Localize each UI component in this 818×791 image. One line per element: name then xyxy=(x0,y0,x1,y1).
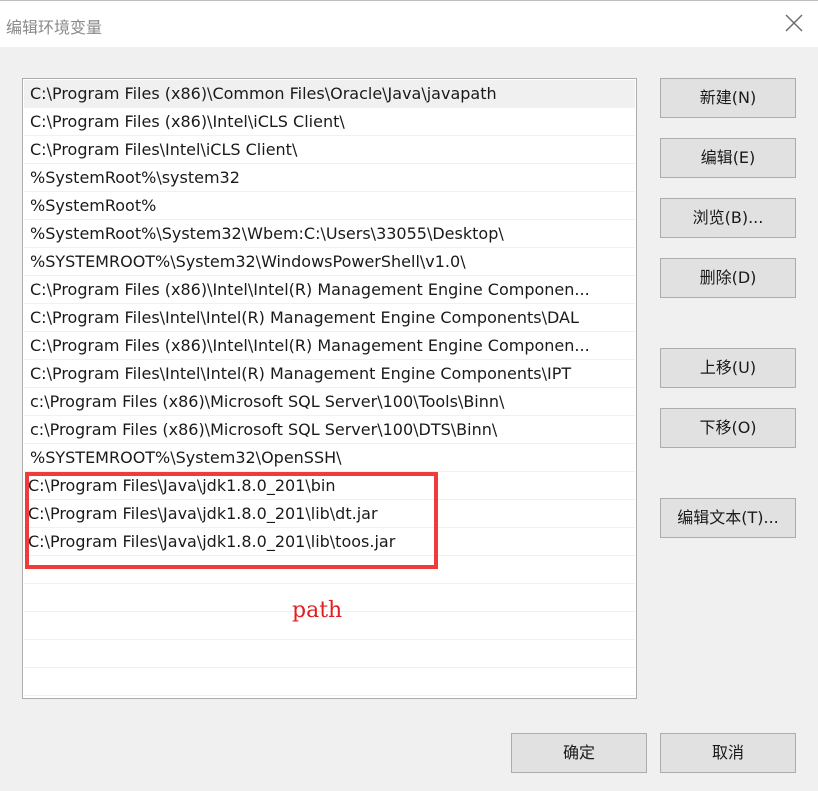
list-item[interactable]: %SYSTEMROOT%\System32\WindowsPowerShell\… xyxy=(24,248,635,276)
list-item[interactable]: %SystemRoot% xyxy=(24,192,635,220)
edit-button[interactable]: 编辑(E) xyxy=(660,138,796,178)
move-up-button[interactable]: 上移(U) xyxy=(660,348,796,388)
close-button[interactable] xyxy=(782,11,806,35)
path-annotation-label: path xyxy=(292,598,343,623)
list-item[interactable]: C:\Program Files (x86)\Intel\iCLS Client… xyxy=(24,108,635,136)
move-down-button[interactable]: 下移(O) xyxy=(660,408,796,448)
delete-button[interactable]: 删除(D) xyxy=(660,258,796,298)
list-item[interactable]: %SYSTEMROOT%\System32\OpenSSH\ xyxy=(24,444,635,472)
ok-button[interactable]: 确定 xyxy=(511,733,647,773)
list-item[interactable]: C:\Program Files (x86)\Intel\Intel(R) Ma… xyxy=(24,332,635,360)
list-item-empty[interactable] xyxy=(24,668,635,696)
cancel-button[interactable]: 取消 xyxy=(660,733,796,773)
list-item[interactable]: %SystemRoot%\System32\Wbem:C:\Users\3305… xyxy=(24,220,635,248)
list-item[interactable]: C:\Program Files (x86)\Intel\Intel(R) Ma… xyxy=(24,276,635,304)
list-item[interactable]: C:\Program Files (x86)\Common Files\Orac… xyxy=(24,80,635,108)
highlight-annotation-box xyxy=(25,472,438,569)
list-item-empty[interactable] xyxy=(24,640,635,668)
list-item[interactable]: C:\Program Files\Intel\iCLS Client\ xyxy=(24,136,635,164)
list-item[interactable]: %SystemRoot%\system32 xyxy=(24,164,635,192)
list-item[interactable]: C:\Program Files\Intel\Intel(R) Manageme… xyxy=(24,360,635,388)
new-button[interactable]: 新建(N) xyxy=(660,78,796,118)
window-title: 编辑环境变量 xyxy=(6,18,103,37)
close-icon xyxy=(785,14,803,32)
list-item[interactable]: c:\Program Files (x86)\Microsoft SQL Ser… xyxy=(24,416,635,444)
list-item[interactable]: C:\Program Files\Intel\Intel(R) Manageme… xyxy=(24,304,635,332)
edit-env-variable-dialog: 编辑环境变量 C:\Program Files (x86)\Common Fil… xyxy=(0,0,818,791)
list-item[interactable]: c:\Program Files (x86)\Microsoft SQL Ser… xyxy=(24,388,635,416)
edit-text-button[interactable]: 编辑文本(T)... xyxy=(660,498,796,538)
title-bar: 编辑环境变量 xyxy=(0,0,818,47)
browse-button[interactable]: 浏览(B)... xyxy=(660,198,796,238)
